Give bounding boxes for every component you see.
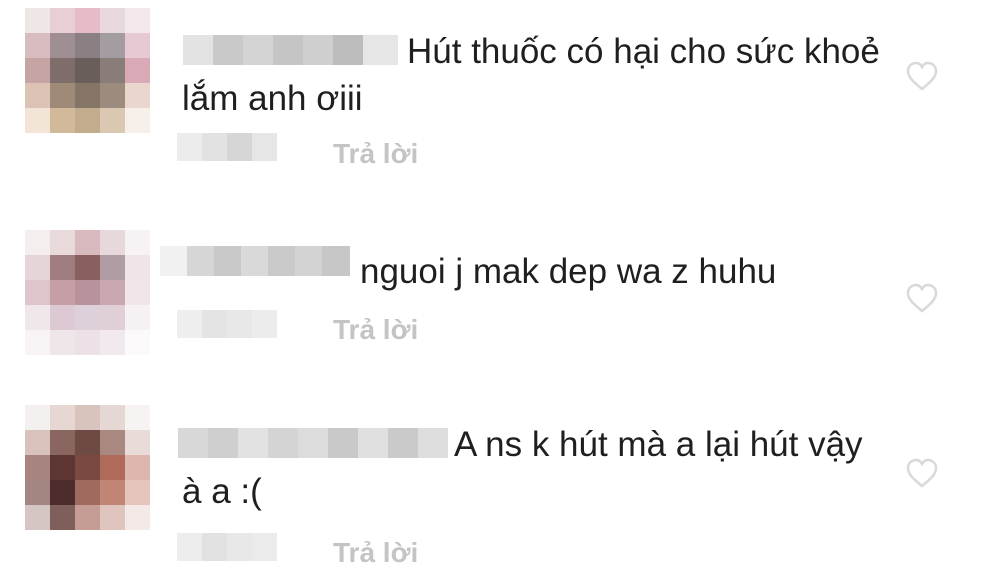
comment-item: A ns k hút mà a lại hút vậy à a :( Trả l… bbox=[0, 395, 1000, 572]
comment-item: nguoi j mak dep wa z huhu Trả lời bbox=[0, 210, 1000, 370]
reply-button[interactable]: Trả lời bbox=[333, 138, 418, 170]
reply-button[interactable]: Trả lời bbox=[333, 537, 418, 569]
timestamp-blurred bbox=[177, 310, 277, 338]
comment-item: Hút thuốc có hại cho sức khoẻ lắm anh ơi… bbox=[0, 0, 1000, 190]
avatar[interactable] bbox=[25, 230, 150, 355]
heart-outline-icon[interactable] bbox=[905, 282, 939, 314]
avatar[interactable] bbox=[25, 405, 150, 530]
timestamp-blurred bbox=[177, 533, 277, 561]
comment-text: A ns k hút mà a lại hút vậy à a :( bbox=[182, 425, 873, 511]
username-blurred[interactable] bbox=[160, 246, 350, 276]
heart-outline-icon[interactable] bbox=[905, 60, 939, 92]
comment-text: nguoi j mak dep wa z huhu bbox=[360, 252, 777, 291]
timestamp-blurred bbox=[177, 133, 277, 161]
avatar[interactable] bbox=[25, 8, 150, 133]
heart-outline-icon[interactable] bbox=[905, 457, 939, 489]
reply-button[interactable]: Trả lời bbox=[333, 314, 418, 346]
comment-text: Hút thuốc có hại cho sức khoẻ lắm anh ơi… bbox=[182, 32, 890, 118]
